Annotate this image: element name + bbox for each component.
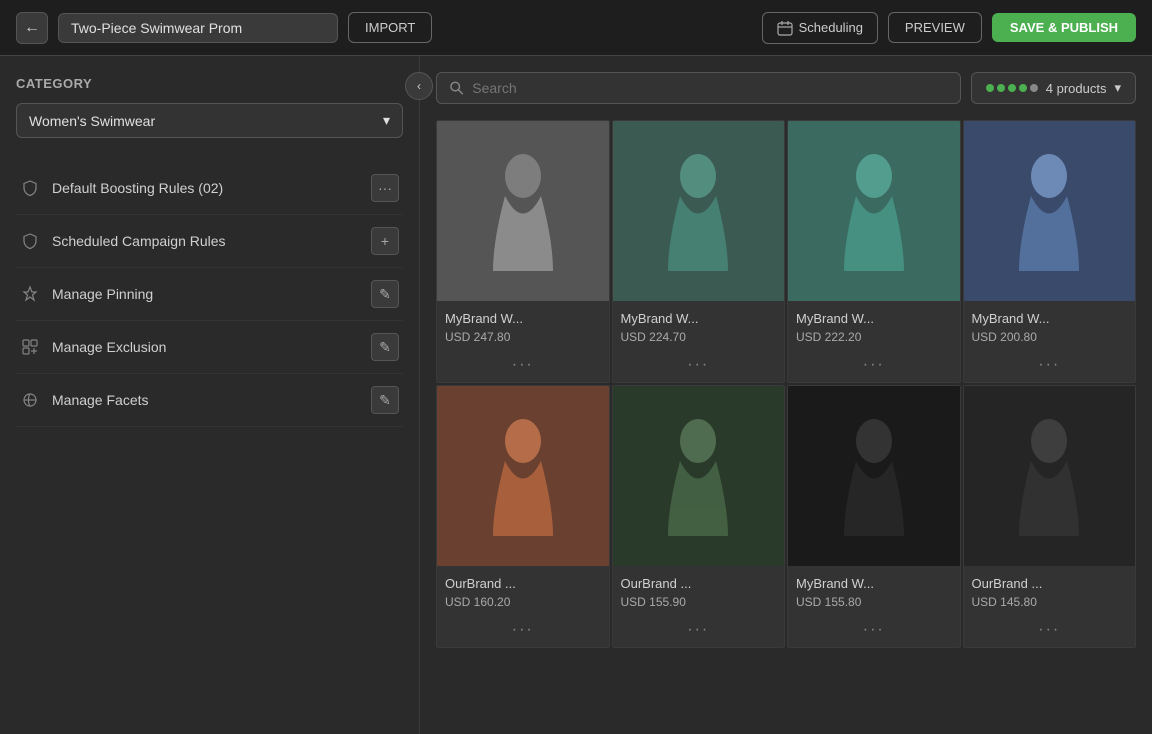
filter-count-label: 4 products [1046, 81, 1107, 96]
product-card-7[interactable]: MyBrand W... USD 155.80 ··· [787, 385, 961, 648]
product-image-4 [964, 121, 1136, 301]
menu-item-exclusion[interactable]: Manage Exclusion ✎ [16, 321, 403, 374]
import-button[interactable]: IMPORT [348, 12, 432, 43]
save-publish-button[interactable]: SAVE & PUBLISH [992, 13, 1136, 42]
search-icon [449, 80, 464, 96]
pin-icon [20, 284, 40, 304]
scheduling-label: Scheduling [799, 20, 863, 35]
product-info-2: MyBrand W... USD 224.70 [613, 301, 785, 350]
back-button[interactable]: ← [16, 12, 48, 44]
product-card-3[interactable]: MyBrand W... USD 222.20 ··· [787, 120, 961, 383]
product-card-8[interactable]: OurBrand ... USD 145.80 ··· [963, 385, 1137, 648]
product-actions-7[interactable]: ··· [788, 615, 960, 647]
product-card-6[interactable]: OurBrand ... USD 155.90 ··· [612, 385, 786, 648]
category-label: Category [16, 76, 403, 91]
product-actions-4[interactable]: ··· [964, 350, 1136, 382]
product-price-6: USD 155.90 [621, 595, 777, 609]
chevron-down-icon: ▾ [383, 112, 390, 129]
search-box[interactable] [436, 72, 961, 104]
product-info-5: OurBrand ... USD 160.20 [437, 566, 609, 615]
content-area: 4 products ▾ MyBrand W... USD 247.80 ··· [420, 56, 1152, 734]
product-info-8: OurBrand ... USD 145.80 [964, 566, 1136, 615]
product-price-2: USD 224.70 [621, 330, 777, 344]
pinning-action-btn[interactable]: ✎ [371, 280, 399, 308]
product-card-4[interactable]: MyBrand W... USD 200.80 ··· [963, 120, 1137, 383]
product-image-8 [964, 386, 1136, 566]
search-input[interactable] [472, 80, 948, 96]
scheduling-button[interactable]: Scheduling [762, 12, 878, 44]
product-card-2[interactable]: MyBrand W... USD 224.70 ··· [612, 120, 786, 383]
filter-button[interactable]: 4 products ▾ [971, 72, 1136, 104]
menu-label-pinning: Manage Pinning [52, 286, 153, 302]
product-info-3: MyBrand W... USD 222.20 [788, 301, 960, 350]
product-price-5: USD 160.20 [445, 595, 601, 609]
main-layout: ‹ Category Women's Swimwear ▾ Default Bo… [0, 56, 1152, 734]
product-image-7 [788, 386, 960, 566]
product-actions-6[interactable]: ··· [613, 615, 785, 647]
product-card-5[interactable]: OurBrand ... USD 160.20 ··· [436, 385, 610, 648]
product-name-3: MyBrand W... [796, 311, 952, 326]
exclusion-action-btn[interactable]: ✎ [371, 333, 399, 361]
collapse-button[interactable]: ‹ [405, 72, 433, 100]
exclude-icon [20, 337, 40, 357]
menu-item-campaign[interactable]: Scheduled Campaign Rules + [16, 215, 403, 268]
product-image-6 [613, 386, 785, 566]
facets-action-btn[interactable]: ✎ [371, 386, 399, 414]
category-select[interactable]: Women's Swimwear ▾ [16, 103, 403, 138]
product-price-7: USD 155.80 [796, 595, 952, 609]
search-filter-bar: 4 products ▾ [436, 72, 1136, 104]
menu-item-boosting[interactable]: Default Boosting Rules (02) ··· [16, 162, 403, 215]
product-info-7: MyBrand W... USD 155.80 [788, 566, 960, 615]
page-title-input[interactable] [58, 13, 338, 43]
product-price-1: USD 247.80 [445, 330, 601, 344]
product-price-8: USD 145.80 [972, 595, 1128, 609]
product-price-4: USD 200.80 [972, 330, 1128, 344]
menu-label-facets: Manage Facets [52, 392, 149, 408]
menu-label-campaign: Scheduled Campaign Rules [52, 233, 226, 249]
product-info-1: MyBrand W... USD 247.80 [437, 301, 609, 350]
header: ← IMPORT Scheduling PREVIEW SAVE & PUBLI… [0, 0, 1152, 56]
products-grid: MyBrand W... USD 247.80 ··· MyBrand W...… [436, 120, 1136, 648]
product-name-6: OurBrand ... [621, 576, 777, 591]
menu-label-exclusion: Manage Exclusion [52, 339, 166, 355]
product-image-2 [613, 121, 785, 301]
product-card-1[interactable]: MyBrand W... USD 247.80 ··· [436, 120, 610, 383]
product-image-5 [437, 386, 609, 566]
calendar-icon [777, 20, 793, 36]
menu-item-facets[interactable]: Manage Facets ✎ [16, 374, 403, 427]
product-name-1: MyBrand W... [445, 311, 601, 326]
preview-button[interactable]: PREVIEW [888, 12, 982, 43]
boosting-action-btn[interactable]: ··· [371, 174, 399, 202]
product-info-6: OurBrand ... USD 155.90 [613, 566, 785, 615]
product-name-8: OurBrand ... [972, 576, 1128, 591]
product-actions-3[interactable]: ··· [788, 350, 960, 382]
product-image-1 [437, 121, 609, 301]
product-actions-2[interactable]: ··· [613, 350, 785, 382]
product-actions-1[interactable]: ··· [437, 350, 609, 382]
menu-label-boosting: Default Boosting Rules (02) [52, 180, 223, 196]
sidebar: ‹ Category Women's Swimwear ▾ Default Bo… [0, 56, 420, 734]
product-name-2: MyBrand W... [621, 311, 777, 326]
product-actions-5[interactable]: ··· [437, 615, 609, 647]
shield-icon-campaign [20, 231, 40, 251]
product-name-7: MyBrand W... [796, 576, 952, 591]
product-price-3: USD 222.20 [796, 330, 952, 344]
header-right: Scheduling PREVIEW SAVE & PUBLISH [762, 12, 1136, 44]
menu-item-pinning[interactable]: Manage Pinning ✎ [16, 268, 403, 321]
product-name-4: MyBrand W... [972, 311, 1128, 326]
product-actions-8[interactable]: ··· [964, 615, 1136, 647]
product-name-5: OurBrand ... [445, 576, 601, 591]
product-image-3 [788, 121, 960, 301]
campaign-action-btn[interactable]: + [371, 227, 399, 255]
shield-icon-boosting [20, 178, 40, 198]
facets-icon [20, 390, 40, 410]
filter-chevron-icon: ▾ [1114, 80, 1121, 96]
product-info-4: MyBrand W... USD 200.80 [964, 301, 1136, 350]
filter-dots-icon [986, 84, 1038, 92]
category-value: Women's Swimwear [29, 113, 155, 129]
